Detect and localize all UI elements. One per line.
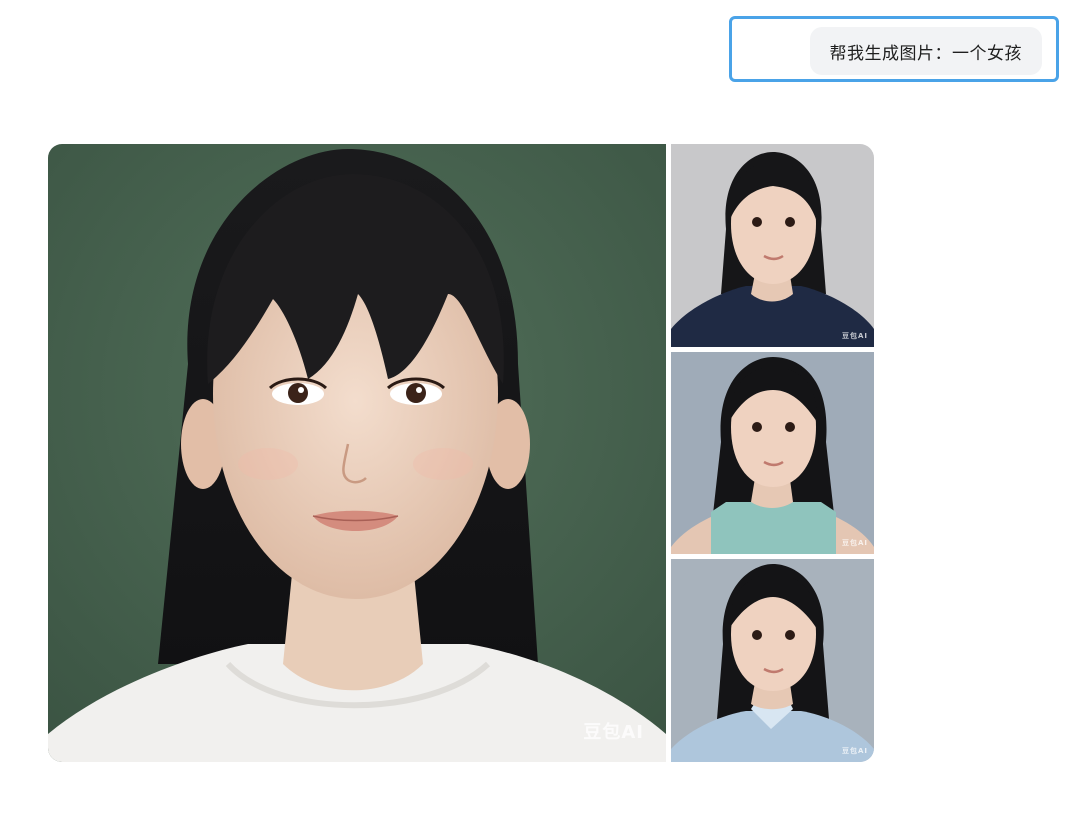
user-message-text: 帮我生成图片：一个女孩 [829, 43, 1022, 64]
generated-image-thumb-3[interactable]: 豆包AI [671, 559, 874, 762]
girl-portrait-thumb-2 [671, 351, 874, 555]
thumbnail-column: 豆包AI 豆包AI 豆包AI [671, 144, 874, 762]
watermark-text: 豆包AI [583, 722, 644, 743]
watermark-text: 豆包AI [841, 747, 868, 756]
watermark-text: 豆包AI [841, 539, 868, 548]
generated-image-thumb-1[interactable]: 豆包AI [671, 144, 874, 347]
girl-portrait-thumb-3 [671, 559, 874, 762]
user-message-bubble: 帮我生成图片：一个女孩 [809, 27, 1042, 75]
generated-image-grid: 豆包AI 豆包AI 豆包AI 豆包AI [48, 144, 874, 762]
girl-portrait-thumb-1 [671, 144, 874, 347]
chat-page: 帮我生成图片：一个女孩 豆包AI 豆包AI 豆包AI 豆包AI [0, 0, 1080, 820]
watermark-text: 豆包AI [841, 331, 868, 340]
generated-image-thumb-2[interactable]: 豆包AI [671, 351, 874, 555]
user-message-highlight: 帮我生成图片：一个女孩 [729, 16, 1059, 82]
generated-image-main[interactable]: 豆包AI [48, 144, 666, 762]
girl-portrait-main [48, 144, 666, 762]
